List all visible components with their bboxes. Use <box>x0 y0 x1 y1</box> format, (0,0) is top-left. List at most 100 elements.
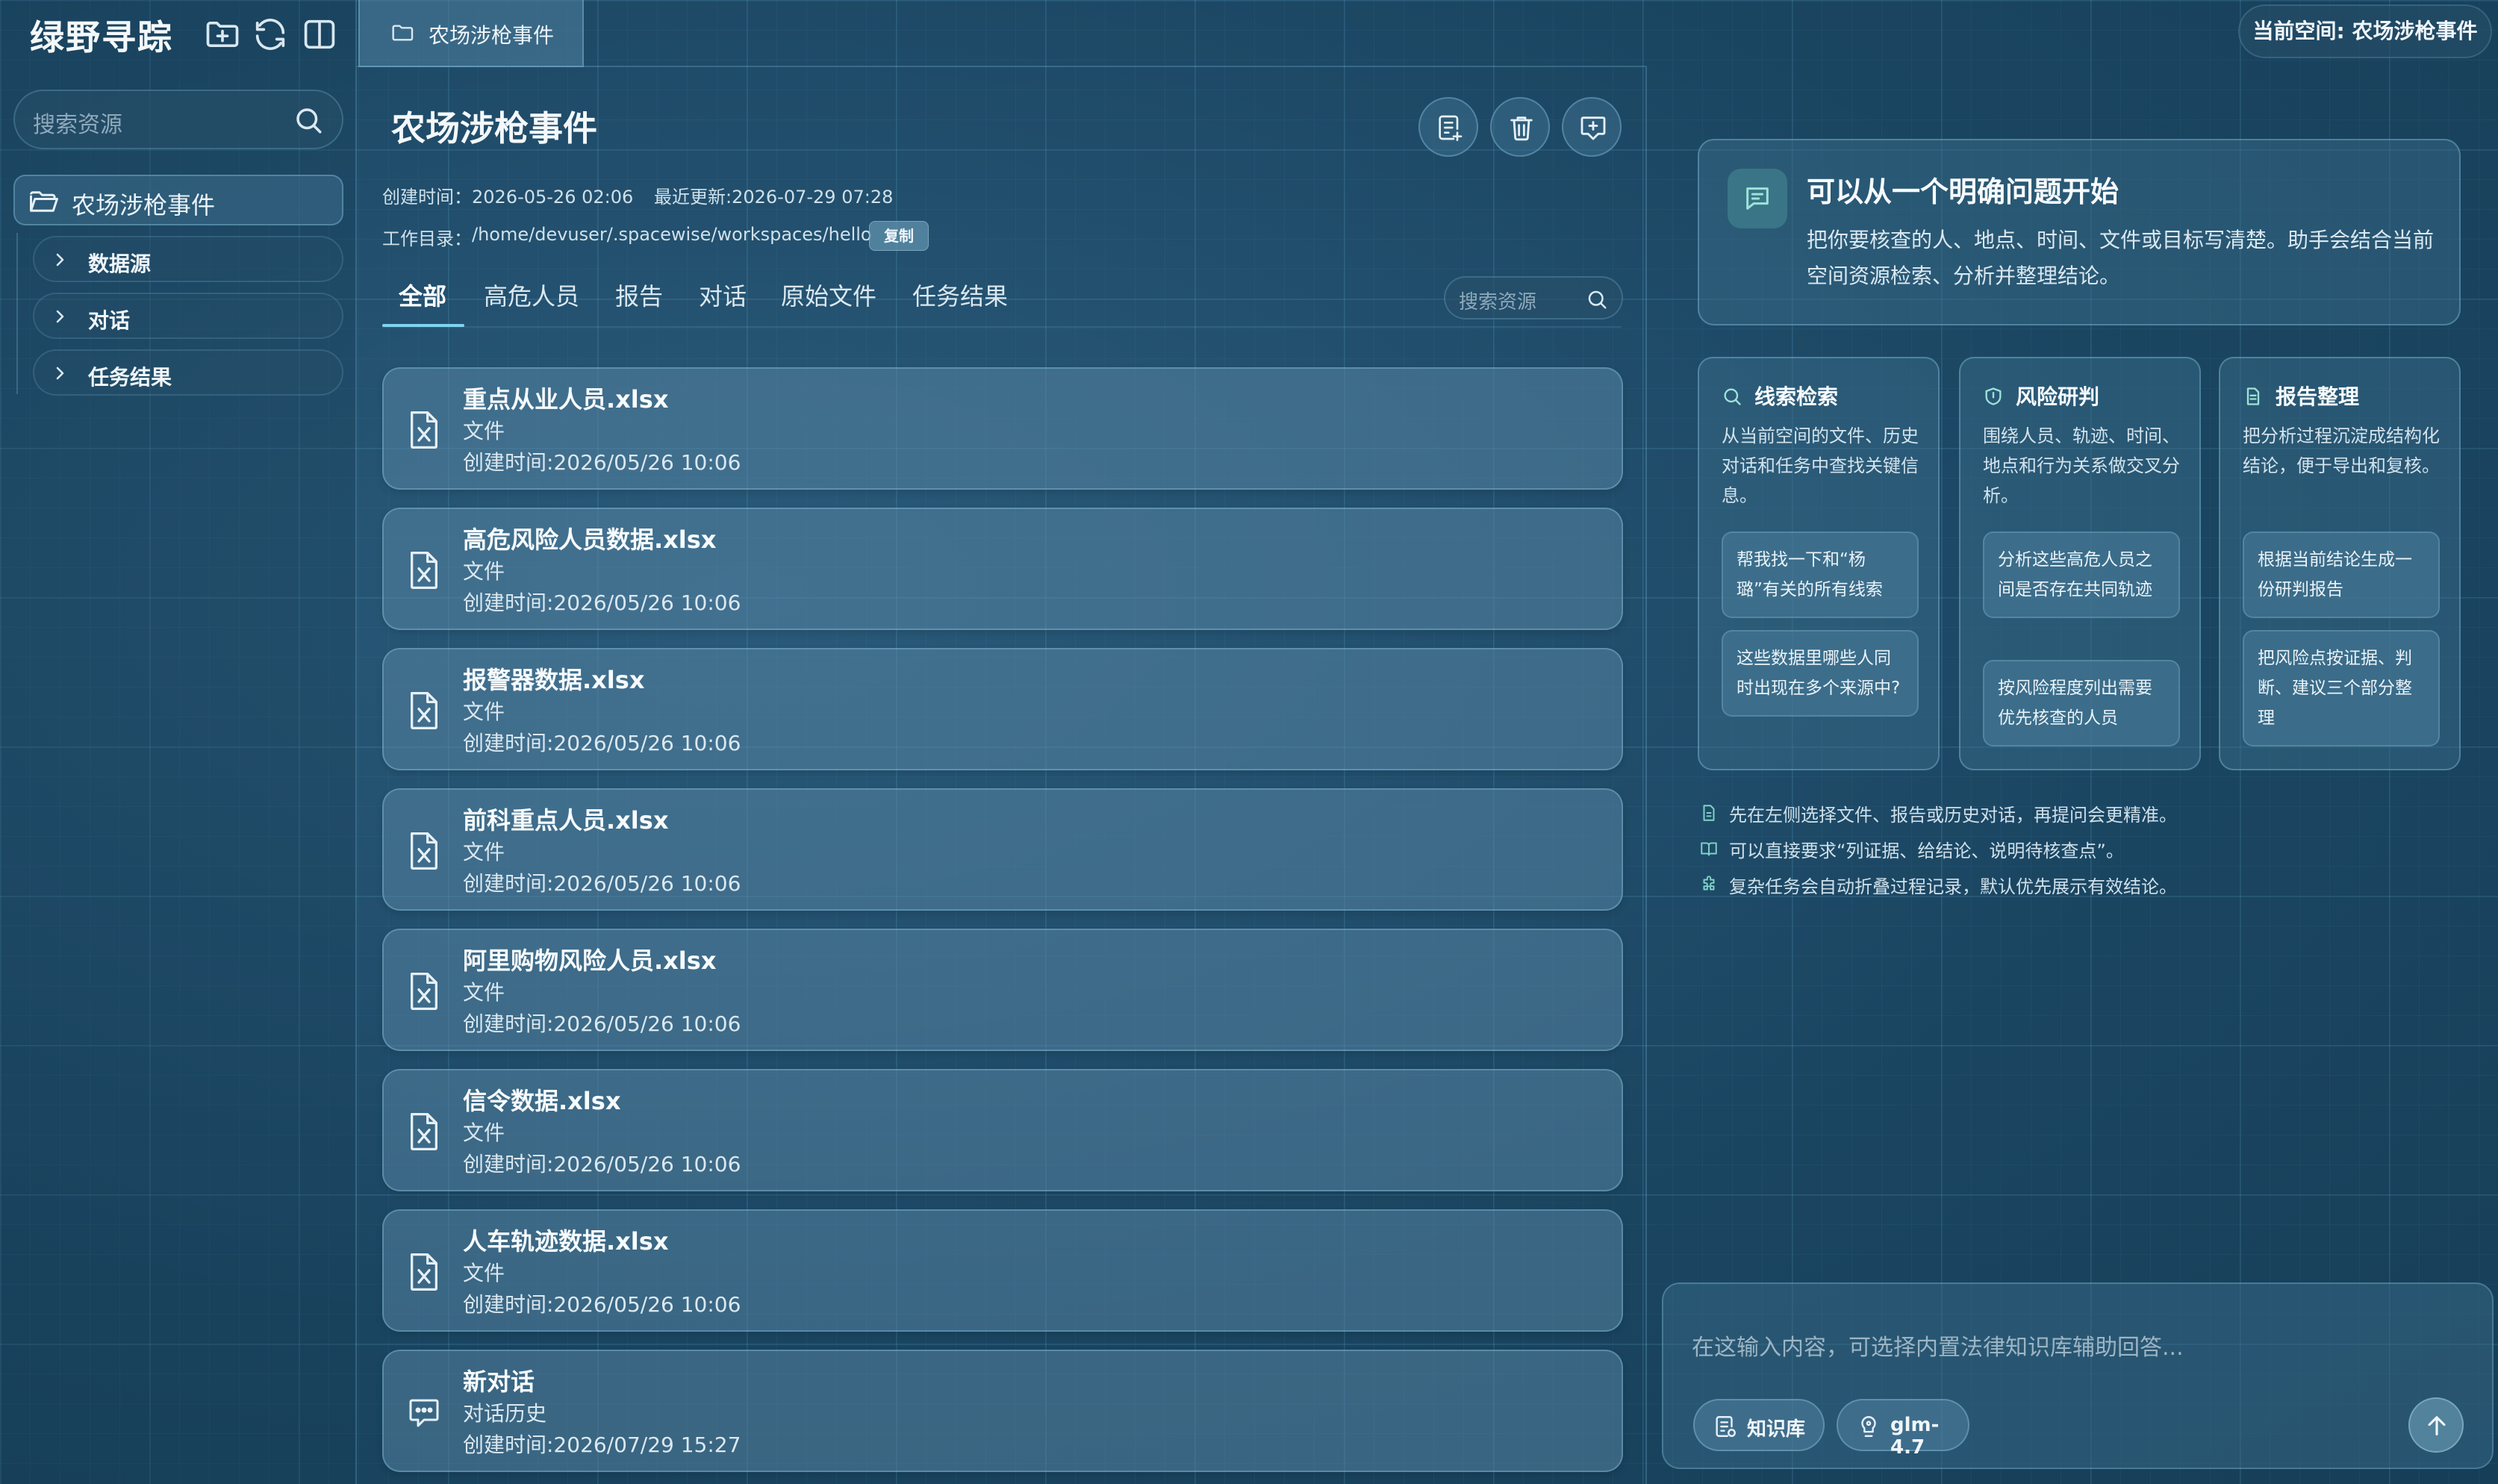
file-created-time: 创建时间:2026/05/26 10:06 <box>463 1152 741 1176</box>
file-name: 人车轨迹数据.xlsx <box>463 1227 669 1256</box>
model-selector[interactable]: glm-4.7 <box>1837 1399 1969 1459</box>
file-card[interactable]: 重点从业人员.xlsx 文件 创建时间:2026/05/26 10:06 <box>382 367 1623 490</box>
file-card[interactable]: 前科重点人员.xlsx 文件 创建时间:2026/05/26 10:06 <box>382 788 1623 911</box>
file-card[interactable]: 信令数据.xlsx 文件 创建时间:2026/05/26 10:06 <box>382 1069 1623 1191</box>
file-type: 文件 <box>463 419 505 443</box>
current-space-badge: 当前空间: 农场涉枪事件 <box>2238 4 2492 58</box>
tip-text: 可以直接要求“列证据、给结论、说明待核查点”。 <box>1729 841 2124 861</box>
excel-file-icon <box>406 1251 442 1293</box>
file-created-time: 创建时间:2026/05/26 10:06 <box>463 1011 741 1036</box>
tab-task-results[interactable]: 任务结果 <box>912 278 1008 312</box>
delete-button[interactable] <box>1490 97 1550 157</box>
split-view-icon[interactable] <box>300 15 339 54</box>
send-button[interactable] <box>2408 1397 2464 1453</box>
tab-conversations[interactable]: 对话 <box>699 278 747 312</box>
puzzle-icon <box>1699 875 1719 894</box>
file-name: 报警器数据.xlsx <box>463 666 645 694</box>
excel-file-icon <box>406 1111 442 1153</box>
file-card[interactable]: 报警器数据.xlsx 文件 创建时间:2026/05/26 10:06 <box>382 648 1623 770</box>
excel-file-icon <box>406 970 442 1012</box>
sidebar-search-input[interactable]: 搜索资源 <box>13 90 343 149</box>
chevron-right-icon <box>51 364 69 382</box>
excel-file-icon <box>406 549 442 591</box>
tab-high-risk[interactable]: 高危人员 <box>484 278 579 312</box>
suggestion-chip[interactable]: 帮我找一下和“杨璐”有关的所有线索 <box>1722 531 1919 618</box>
tip-text: 先在左侧选择文件、报告或历史对话，再提问会更精准。 <box>1729 805 2177 826</box>
feature-card-report: 报告整理 把分析过程沉淀成结构化结论，便于导出和复核。 根据当前结论生成一份研判… <box>2219 357 2461 770</box>
file-created-time: 创建时间:2026/05/26 10:06 <box>463 871 741 896</box>
tab-farm-incident[interactable]: 农场涉枪事件 <box>358 0 584 67</box>
suggestion-chip[interactable]: 把风险点按证据、判断、建议三个部分整理 <box>2243 630 2440 746</box>
sidebar-folder-item[interactable]: 农场涉枪事件 <box>13 175 343 225</box>
resource-search-placeholder: 搜索资源 <box>1459 291 1537 314</box>
search-icon[interactable] <box>1586 288 1608 311</box>
knowledge-base-button[interactable]: 知识库 <box>1693 1399 1825 1451</box>
note-add-icon <box>1435 112 1465 143</box>
feature-title: 报告整理 <box>2276 384 2360 409</box>
file-icon <box>1699 803 1719 823</box>
sidebar-item-conversation[interactable]: 对话 <box>33 293 343 339</box>
excel-file-icon <box>406 830 442 872</box>
resource-search-input[interactable]: 搜索资源 <box>1444 276 1623 319</box>
suggestion-chip[interactable]: 按风险程度列出需要优先核查的人员 <box>1983 660 2180 746</box>
tab-label: 农场涉枪事件 <box>429 23 555 48</box>
tree-guide-line <box>16 233 18 394</box>
file-created-time: 创建时间:2026/05/26 10:06 <box>463 731 741 755</box>
knowledge-base-label: 知识库 <box>1747 1418 1806 1441</box>
new-folder-icon[interactable] <box>203 15 242 54</box>
sidebar-item-task-results[interactable]: 任务结果 <box>33 349 343 396</box>
conversation-name: 新对话 <box>463 1368 535 1396</box>
tab-all[interactable]: 全部 <box>399 278 446 312</box>
feature-title: 风险研判 <box>2016 384 2100 409</box>
file-name: 重点从业人员.xlsx <box>463 385 669 414</box>
suggestion-chip[interactable]: 根据当前结论生成一份研判报告 <box>2243 531 2440 618</box>
file-type: 文件 <box>463 1261 505 1285</box>
file-card[interactable]: 高危风险人员数据.xlsx 文件 创建时间:2026/05/26 10:06 <box>382 508 1623 630</box>
workdir-label: 工作目录： <box>382 228 472 249</box>
search-icon <box>1722 385 1742 408</box>
conversation-type: 对话历史 <box>463 1401 547 1426</box>
refresh-icon[interactable] <box>251 15 290 54</box>
feature-title: 线索检索 <box>1754 384 1839 409</box>
arrow-up-icon <box>2424 1412 2449 1439</box>
sidebar-item-datasource[interactable]: 数据源 <box>33 236 343 282</box>
new-note-button[interactable] <box>1418 97 1478 157</box>
app-title: 绿野寻踪 <box>30 17 173 57</box>
chevron-right-icon <box>51 251 69 269</box>
tabs-divider <box>382 326 1622 328</box>
knowledge-base-icon <box>1713 1414 1738 1439</box>
excel-file-icon <box>406 690 442 732</box>
copy-button[interactable]: 复制 <box>869 221 929 251</box>
file-card[interactable]: 人车轨迹数据.xlsx 文件 创建时间:2026/05/26 10:06 <box>382 1209 1623 1332</box>
intro-description: 把你要核查的人、地点、时间、文件或目标写清楚。助手会结合当前空间资源检索、分析并… <box>1807 228 2435 288</box>
sidebar-search-placeholder: 搜索资源 <box>33 112 122 138</box>
search-icon[interactable] <box>293 105 324 136</box>
trash-icon <box>1507 112 1536 143</box>
page-title: 农场涉枪事件 <box>391 108 597 149</box>
chat-add-icon <box>1578 112 1608 143</box>
tab-reports[interactable]: 报告 <box>615 278 663 312</box>
conversation-card[interactable]: 新对话 对话历史 创建时间:2026/07/29 15:27 <box>382 1350 1623 1472</box>
intro-title: 可以从一个明确问题开始 <box>1807 175 2119 208</box>
new-chat-button[interactable] <box>1562 97 1622 157</box>
file-name: 信令数据.xlsx <box>463 1087 621 1115</box>
file-created-time: 创建时间:2026/05/26 10:06 <box>463 590 741 615</box>
file-created-time: 创建时间:2026/05/26 10:06 <box>463 1292 741 1317</box>
suggestion-chip[interactable]: 这些数据里哪些人同时出现在多个来源中? <box>1722 630 1919 717</box>
tab-raw-files[interactable]: 原始文件 <box>781 278 876 312</box>
open-folder-icon <box>28 188 60 215</box>
file-type: 文件 <box>463 1120 505 1145</box>
suggestion-chip[interactable]: 分析这些高危人员之间是否存在共同轨迹 <box>1983 531 2180 618</box>
file-name: 阿里购物风险人员.xlsx <box>463 947 717 975</box>
tip-text: 复杂任务会自动折叠过程记录，默认优先展示有效结论。 <box>1729 876 2177 897</box>
file-created-time: 创建时间:2026/05/26 10:06 <box>463 450 741 475</box>
sidebar-item-label: 对话 <box>88 308 131 333</box>
model-label: glm-4.7 <box>1890 1414 1940 1459</box>
feature-description: 把分析过程沉淀成结构化结论，便于导出和复核。 <box>2243 425 2440 476</box>
file-name: 前科重点人员.xlsx <box>463 806 669 835</box>
feature-card-risk-analysis: 风险研判 围绕人员、轨迹、时间、地点和行为关系做交叉分析。 分析这些高危人员之间… <box>1959 357 2201 770</box>
chat-input-placeholder[interactable]: 在这输入内容，可选择内置法律知识库辅助回答... <box>1692 1329 2184 1362</box>
document-icon <box>2243 385 2264 408</box>
sidebar-item-label: 数据源 <box>88 252 152 276</box>
file-card[interactable]: 阿里购物风险人员.xlsx 文件 创建时间:2026/05/26 10:06 <box>382 929 1623 1051</box>
